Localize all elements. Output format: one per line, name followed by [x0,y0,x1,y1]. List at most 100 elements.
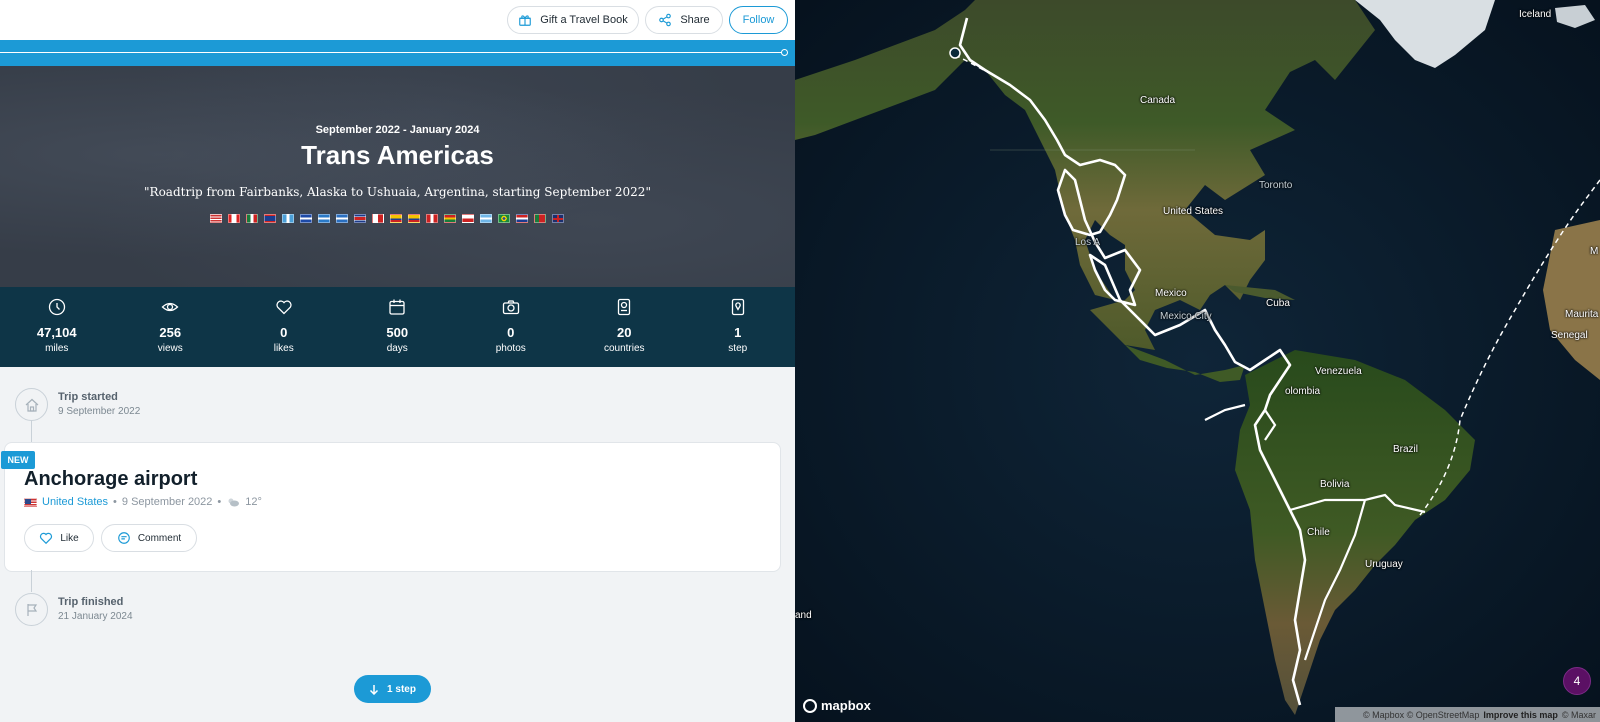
follow-button[interactable]: Follow [729,6,788,34]
mapbox-brand: mapbox [821,698,871,713]
trip-finished-date: 21 January 2024 [58,611,133,622]
cr-flag-icon [354,214,366,223]
step-temperature: 12° [245,496,262,508]
pt-flag-icon [534,214,546,223]
stat-value: 256 [159,325,182,340]
progress-handle[interactable] [781,49,788,56]
stat-photos: 0 photos [454,287,568,367]
stat-label: countries [603,343,645,354]
trip-finished-title: Trip finished [58,596,124,608]
ni-flag-icon [336,214,348,223]
like-button[interactable]: Like [24,524,94,552]
share-button[interactable]: Share [645,6,723,34]
bo-flag-icon [444,214,456,223]
map-label-los-angeles: Los A [1075,237,1101,248]
step-country-link[interactable]: United States [42,496,108,508]
map-label-edge: M [1590,246,1599,257]
trip-dates: September 2022 - January 2024 [315,124,480,136]
stat-days: 500 days [341,287,455,367]
stat-label: step [728,343,748,354]
trip-end-marker [15,593,48,626]
map-label-canada: Canada [1140,95,1176,106]
step-meta: United States • 9 September 2022 • 12° [24,496,262,508]
map-attribution: © Mapbox © OpenStreetMap Improve this ma… [1335,707,1600,722]
br-flag-icon [498,214,510,223]
stat-miles: 47,104 miles [0,287,114,367]
trip-started-title: Trip started [58,391,118,403]
mx-flag-icon [246,214,258,223]
gift-label: Gift a Travel Book [540,14,628,26]
maxar-link[interactable]: © Maxar [1562,710,1596,720]
map-label-mauritania: Maurita [1565,309,1599,320]
stat-value: 1 [734,325,742,340]
trip-progress-bar[interactable] [0,40,795,66]
comment-button[interactable]: Comment [101,524,197,552]
timeline-connector [31,420,32,442]
camera-icon [502,300,519,315]
step-date: 9 September 2022 [121,496,213,508]
trip-started-date: 9 September 2022 [58,406,141,417]
compass-icon [48,298,65,316]
comment-icon [117,532,130,544]
pa-flag-icon [372,214,384,223]
arrow-down-icon [370,684,379,695]
pe-flag-icon [426,214,438,223]
satellite-map [795,0,1600,722]
stat-label: photos [495,343,526,354]
eye-icon [161,302,179,312]
stat-value: 500 [386,325,409,340]
stat-value: 20 [617,325,632,340]
calendar-icon [389,299,405,315]
trip-start-marker [15,388,48,421]
map-label-colombia: olombia [1285,386,1321,397]
map-label-cuba: Cuba [1266,298,1290,309]
home-icon [25,398,38,412]
trip-panel: Gift a Travel Book Share Follow Septembe… [0,0,795,722]
us-flag-icon [24,497,37,507]
meta-separator: • [217,496,222,508]
map-label-iceland: Iceland [1519,9,1552,20]
improve-map-link[interactable]: Improve this map [1483,710,1558,720]
map-label-bolivia: Bolivia [1320,479,1350,490]
map-label-edge-west: and [795,610,812,621]
meta-separator: • [113,496,117,508]
ar-flag-icon [480,214,492,223]
stat-value: 0 [280,325,288,340]
trip-title: Trans Americas [301,140,494,170]
stat-label: views [157,343,183,354]
map-pin-icon [731,298,744,316]
map-label-united-states: United States [1163,206,1224,217]
app-root: Gift a Travel Book Share Follow Septembe… [0,0,1600,722]
flag-icon [26,603,37,616]
photo-cluster-marker[interactable]: 4 [1563,667,1591,695]
follow-label: Follow [742,14,775,26]
timeline-connector [31,570,32,592]
gift-travel-book-button[interactable]: Gift a Travel Book [507,6,639,34]
map-label-toronto: Toronto [1259,180,1293,191]
mapbox-logo[interactable]: mapbox [803,698,871,713]
steps-button[interactable]: 1 step [354,675,431,703]
py-flag-icon [516,214,528,223]
map-label-chile: Chile [1307,527,1330,538]
trip-hero: September 2022 - January 2024 Trans Amer… [0,66,795,287]
stat-label: miles [45,343,69,354]
cl-flag-icon [462,214,474,223]
stat-label: days [386,343,408,354]
start-marker [949,47,961,59]
ec-flag-icon [408,214,420,223]
bz-flag-icon [264,214,276,223]
gt-flag-icon [282,214,294,223]
map-label-uruguay: Uruguay [1365,559,1403,570]
us-flag-icon [210,214,222,223]
gb-flag-icon [552,214,564,223]
gift-icon [519,15,532,26]
stat-likes: 0 likes [227,287,341,367]
step-title[interactable]: Anchorage airport [24,468,197,491]
stat-value: 47,104 [36,325,77,340]
trip-summary: "Roadtrip from Fairbanks, Alaska to Ushu… [144,185,651,199]
trip-map[interactable]: Iceland Canada Toronto United States Los… [795,0,1600,722]
attribution-text[interactable]: © Mapbox © OpenStreetMap [1363,710,1479,720]
map-label-mexico: Mexico [1155,288,1187,299]
stat-countries: 20 countries [568,287,682,367]
steps-label: 1 step [387,683,416,695]
